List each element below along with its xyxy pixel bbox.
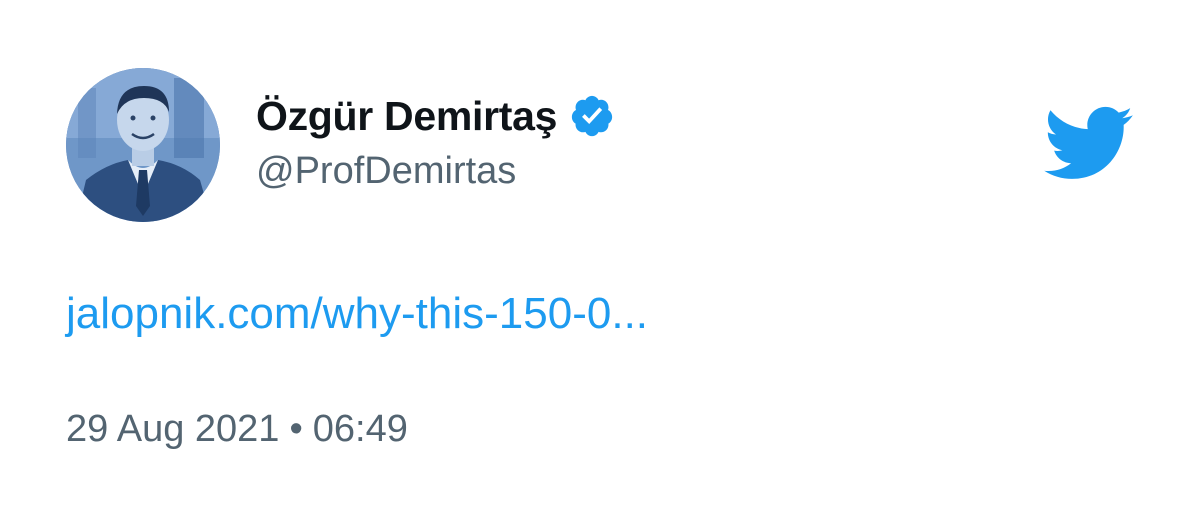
avatar[interactable] bbox=[66, 68, 220, 222]
tweet-link[interactable]: jalopnik.com/why-this-150-0... bbox=[66, 289, 648, 339]
display-name[interactable]: Özgür Demirtaş bbox=[256, 93, 557, 140]
tweet-date: 29 Aug 2021 bbox=[66, 408, 280, 450]
tweet-timestamp[interactable]: 29 Aug 2021 • 06:49 bbox=[66, 408, 408, 451]
verified-check-icon bbox=[569, 93, 615, 139]
timestamp-separator: • bbox=[289, 408, 303, 450]
author-name-row: Özgür Demirtaş bbox=[256, 88, 615, 144]
author-handle[interactable]: @ProfDemirtas bbox=[256, 150, 516, 193]
tweet-card[interactable]: Özgür Demirtaş @ProfDemirtas jalopnik.co… bbox=[0, 0, 1200, 518]
twitter-bird-icon[interactable] bbox=[1044, 106, 1134, 182]
tweet-time: 06:49 bbox=[312, 408, 408, 450]
avatar-image bbox=[66, 68, 220, 222]
